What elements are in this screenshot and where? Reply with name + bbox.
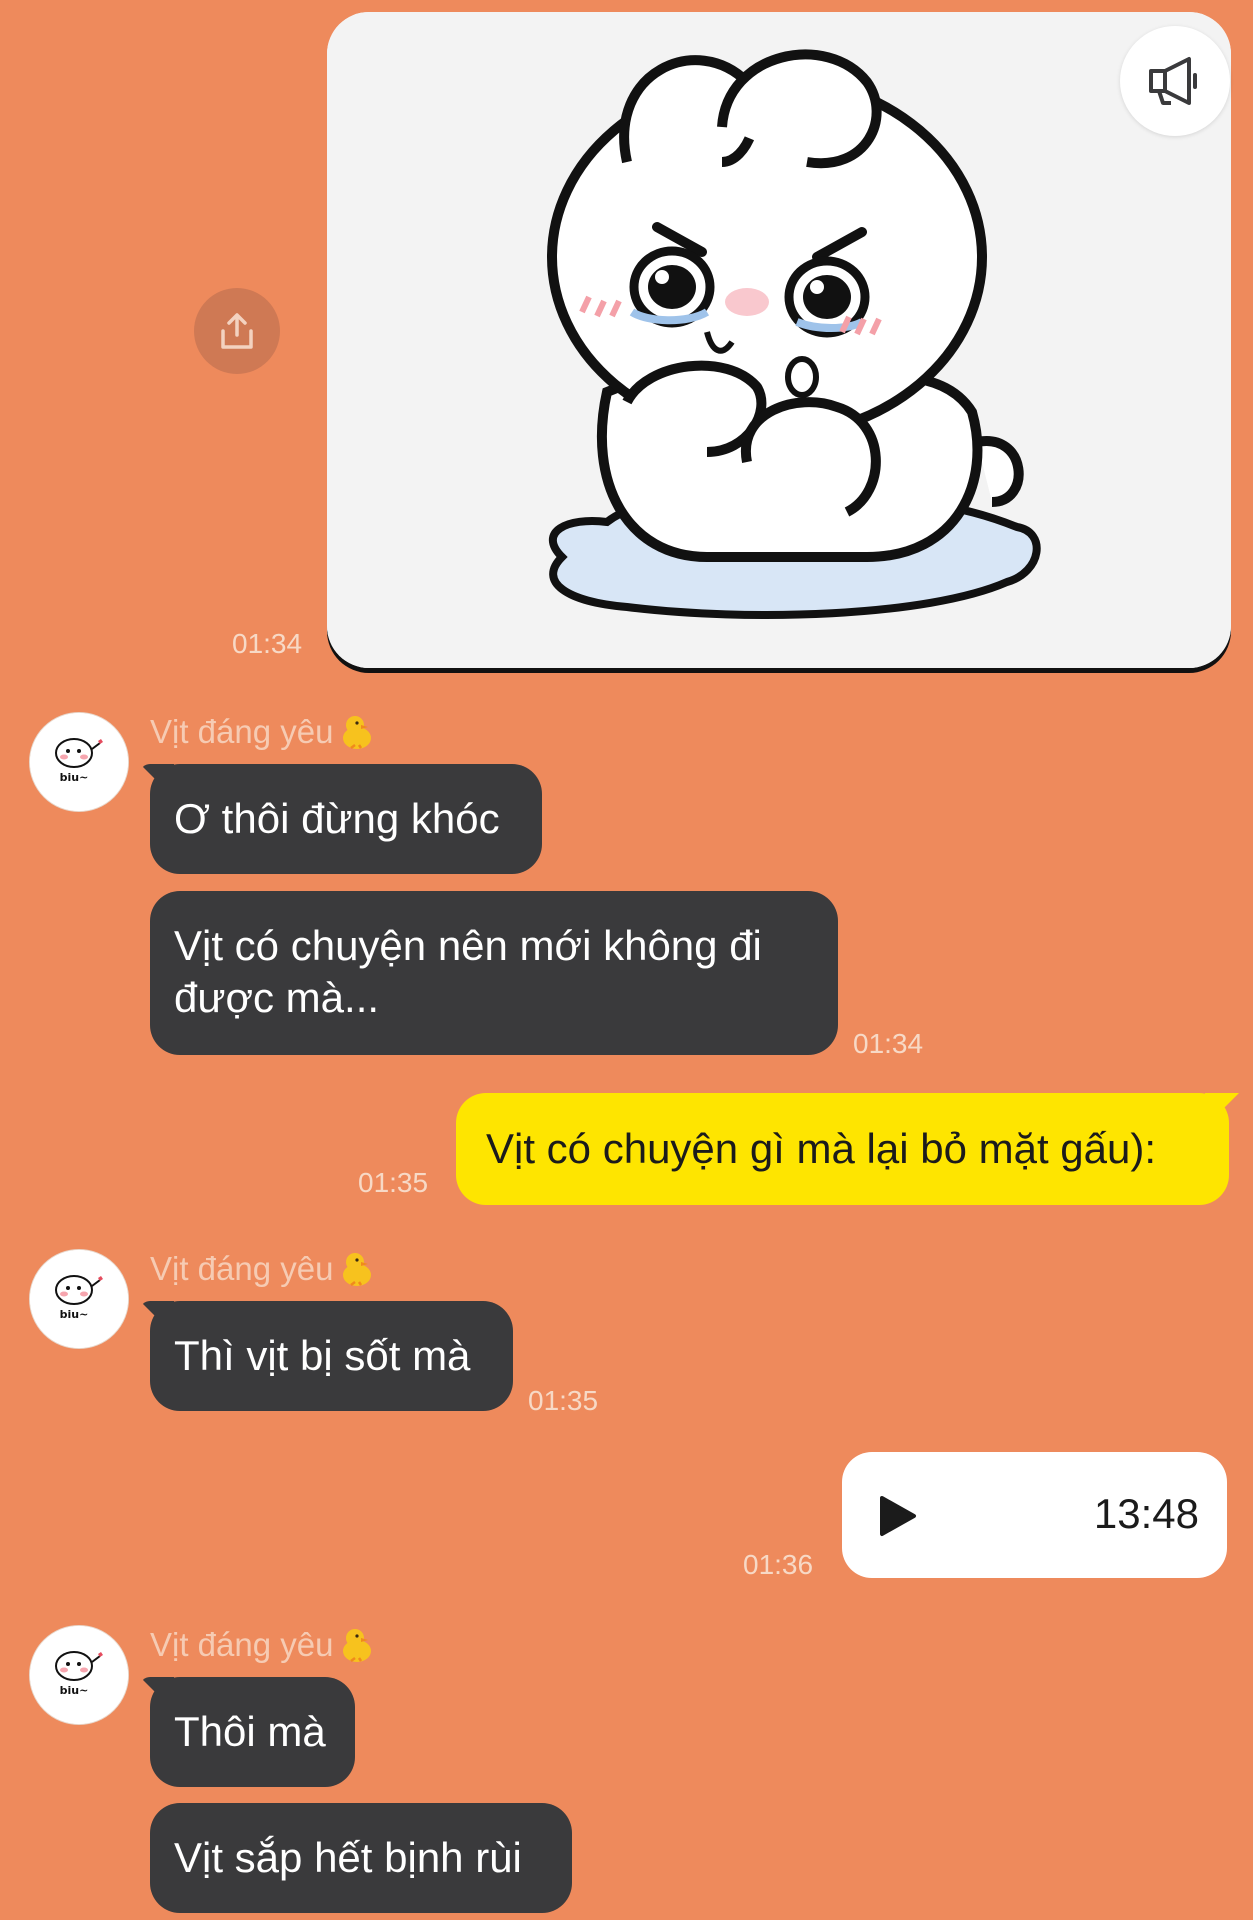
share-button[interactable] bbox=[194, 288, 280, 374]
sender-name-text: Vịt đáng yêu bbox=[150, 1250, 334, 1287]
avatar-image: biu~ bbox=[30, 1626, 128, 1724]
megaphone-icon bbox=[1149, 57, 1197, 105]
voice-duration: 13:48 bbox=[1093, 1490, 1199, 1537]
avatar[interactable]: biu~ bbox=[29, 712, 129, 812]
sender-name: Vịt đáng yêu bbox=[150, 1625, 377, 1665]
message-text: Vịt có chuyện gì mà lại bỏ mặt gấu): bbox=[486, 1125, 1157, 1172]
chick-emoji bbox=[343, 1629, 372, 1662]
sender-name: Vịt đáng yêu bbox=[150, 1249, 377, 1289]
sender-name: Vịt đáng yêu bbox=[150, 712, 377, 752]
play-icon[interactable] bbox=[878, 1494, 918, 1538]
avatar-caption: biu~ bbox=[60, 1684, 89, 1697]
message-bubble[interactable]: Vịt có chuyện gì mà lại bỏ mặt gấu): bbox=[456, 1093, 1229, 1205]
sticker-image[interactable] bbox=[327, 12, 1231, 668]
chick-emoji bbox=[343, 716, 372, 749]
avatar-image: biu~ bbox=[30, 1250, 128, 1348]
message-text: Thôi mà bbox=[174, 1708, 326, 1755]
message-timestamp: 01:34 bbox=[853, 1028, 924, 1059]
sender-name-text: Vịt đáng yêu bbox=[150, 713, 334, 750]
avatar-caption: biu~ bbox=[60, 771, 89, 784]
message-timestamp: 01:35 bbox=[528, 1385, 599, 1416]
avatar-image: biu~ bbox=[30, 713, 128, 811]
avatar[interactable]: biu~ bbox=[29, 1625, 129, 1725]
message-text: Thì vịt bị sốt mà bbox=[174, 1332, 471, 1379]
message-text-line: Vịt có chuyện nên mới không đi bbox=[174, 922, 762, 969]
message-timestamp: 01:36 bbox=[743, 1549, 814, 1580]
megaphone-button[interactable] bbox=[1120, 26, 1230, 136]
message-text-line: được mà... bbox=[174, 974, 380, 1021]
message-text: Vịt sắp hết bịnh rùi bbox=[174, 1834, 522, 1881]
message-timestamp: 01:35 bbox=[358, 1167, 429, 1198]
message-bubble[interactable]: Thôi mà bbox=[150, 1677, 355, 1787]
message-bubble[interactable]: Vịt có chuyện nên mới không đi được mà..… bbox=[150, 891, 838, 1055]
message-bubble[interactable]: Ơ thôi đừng khóc bbox=[150, 764, 542, 874]
avatar-caption: biu~ bbox=[60, 1308, 89, 1321]
message-bubble[interactable]: Vịt sắp hết bịnh rùi bbox=[150, 1803, 572, 1913]
message-timestamp: 01:34 bbox=[232, 628, 303, 659]
sender-name-text: Vịt đáng yêu bbox=[150, 1626, 334, 1663]
message-text: Ơ thôi đừng khóc bbox=[174, 795, 500, 842]
chick-emoji bbox=[343, 1253, 372, 1286]
message-bubble[interactable]: Thì vịt bị sốt mà bbox=[150, 1301, 513, 1411]
avatar[interactable]: biu~ bbox=[29, 1249, 129, 1349]
share-icon bbox=[221, 313, 253, 349]
voice-message[interactable]: 13:48 bbox=[842, 1452, 1227, 1578]
